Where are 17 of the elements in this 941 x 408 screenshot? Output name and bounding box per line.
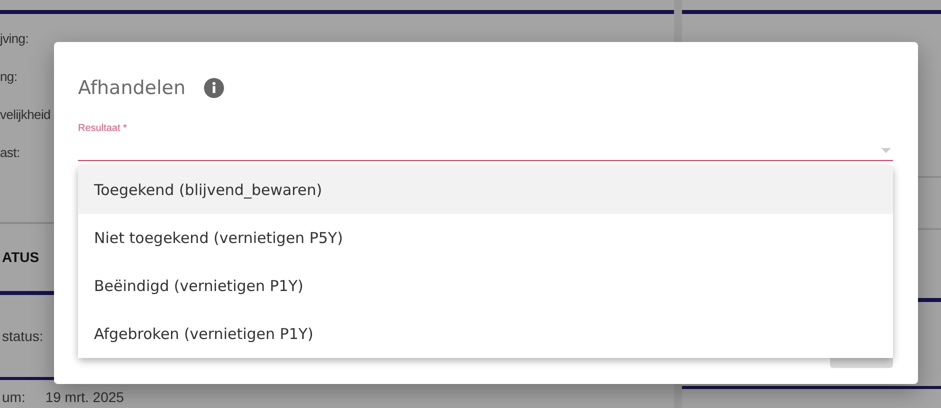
field-label: status:: [2, 326, 44, 346]
field-label: um:: [2, 388, 26, 407]
field-label: Resultaat *: [78, 122, 127, 136]
dropdown-option[interactable]: Niet toegekend (vernietigen P5Y): [78, 214, 893, 262]
field-label: jving:: [0, 30, 30, 48]
dropdown-option[interactable]: Beëindigd (vernietigen P1Y): [78, 262, 893, 310]
section-heading: ATUS: [2, 248, 40, 267]
field-label: ng:: [0, 68, 18, 86]
field-label: velijkheid: [0, 106, 52, 124]
dialog-title: Afhandelen: [78, 76, 186, 101]
info-icon[interactable]: [204, 78, 224, 98]
dropdown-arrow-icon: [881, 148, 891, 152]
result-select[interactable]: Resultaat *: [78, 120, 893, 160]
dropdown-option[interactable]: Toegekend (blijvend_bewaren): [78, 166, 893, 214]
dropdown-option[interactable]: Afgebroken (vernietigen P1Y): [78, 310, 893, 358]
field-value: 19 mrt. 2025: [45, 388, 124, 407]
field-label: ast:: [0, 144, 21, 162]
